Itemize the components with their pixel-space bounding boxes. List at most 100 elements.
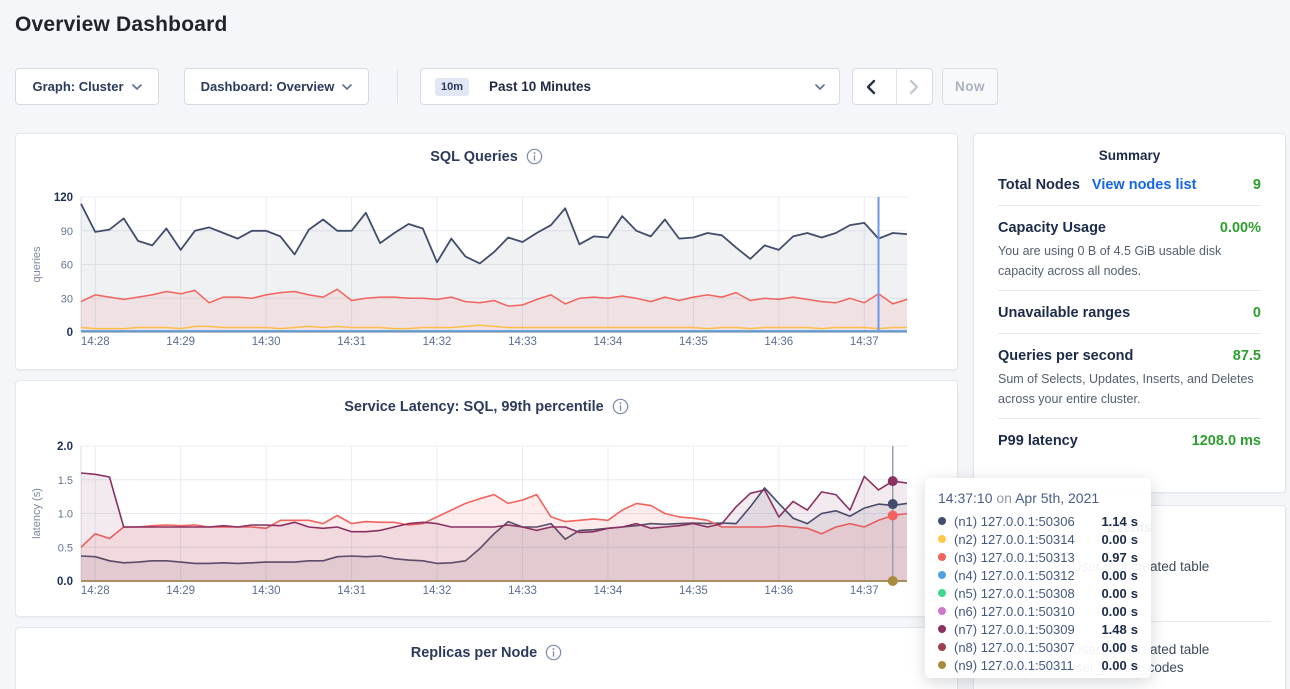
tooltip-node-row: (n4) 127.0.0.1:50312 0.00 s bbox=[938, 566, 1138, 584]
tooltip-node-row: (n7) 127.0.0.1:50309 1.48 s bbox=[938, 620, 1138, 638]
y-tick-label: 0.5 bbox=[58, 542, 73, 554]
now-button[interactable]: Now bbox=[942, 68, 998, 105]
node-address: (n2) 127.0.0.1:50314 bbox=[954, 532, 1075, 547]
qps-value: 87.5 bbox=[1233, 348, 1261, 364]
x-tick-label: 14:30 bbox=[252, 585, 281, 597]
chevron-left-icon bbox=[865, 79, 876, 95]
x-tick-label: 14:34 bbox=[594, 336, 623, 348]
node-latency-value: 0.00 bbox=[1101, 568, 1126, 583]
divider bbox=[998, 333, 1261, 334]
x-tick-label: 14:35 bbox=[679, 336, 708, 348]
p99-value: 1208.0 ms bbox=[1192, 433, 1261, 449]
dashboard-dropdown-label: Dashboard: Overview bbox=[201, 79, 335, 94]
capacity-label: Capacity Usage bbox=[998, 220, 1106, 236]
node-latency-value: 1.48 bbox=[1101, 622, 1126, 637]
node-address: (n9) 127.0.0.1:50311 bbox=[954, 658, 1074, 673]
divider bbox=[998, 205, 1261, 206]
x-tick-label: 14:29 bbox=[166, 336, 195, 348]
latency-unit: s bbox=[1131, 532, 1138, 547]
tooltip-node-row: (n9) 127.0.0.1:50311 0.00 s bbox=[938, 656, 1138, 674]
tooltip-node-row: (n6) 127.0.0.1:503100.00s bbox=[938, 602, 1138, 620]
replicas-panel: Replicas per Node bbox=[15, 627, 958, 689]
node-latency-value: 0.00 bbox=[1101, 658, 1126, 673]
p99-label: P99 latency bbox=[998, 433, 1078, 449]
tooltip-node-row: (n1) 127.0.0.1:50306 1.14 s bbox=[938, 512, 1138, 530]
total-nodes-label: Total Nodes bbox=[998, 177, 1080, 193]
hover-dot bbox=[888, 511, 898, 521]
x-tick-label: 14:36 bbox=[764, 336, 793, 348]
graph-dropdown[interactable]: Graph: Cluster bbox=[15, 68, 159, 105]
node-address: (n6) 127.0.0.1:50310 bbox=[954, 604, 1075, 619]
node-address: (n7) 127.0.0.1:50309 bbox=[954, 622, 1075, 637]
y-tick-label: 120 bbox=[54, 192, 73, 204]
latency-unit: s bbox=[1131, 658, 1138, 673]
x-tick-label: 14:37 bbox=[850, 585, 879, 597]
node-address: (n1) 127.0.0.1:50306 bbox=[954, 514, 1075, 529]
node-color-dot bbox=[938, 535, 946, 543]
y-tick-label: 2.0 bbox=[57, 441, 73, 453]
info-icon[interactable] bbox=[545, 644, 562, 661]
hover-dot bbox=[888, 576, 898, 586]
node-latency-value: 0.00 bbox=[1101, 640, 1126, 655]
time-step-buttons bbox=[852, 68, 933, 105]
node-color-dot bbox=[938, 553, 946, 561]
sql-queries-chart[interactable]: 14:2814:2914:3014:3114:3214:3314:3414:35… bbox=[16, 185, 957, 362]
tooltip-node-row: (n8) 127.0.0.1:503070.00s bbox=[938, 638, 1138, 656]
qps-row: Queries per second 87.5 bbox=[998, 348, 1261, 364]
node-color-dot bbox=[938, 625, 946, 633]
x-tick-label: 14:32 bbox=[423, 585, 452, 597]
x-tick-label: 14:33 bbox=[508, 336, 537, 348]
capacity-value: 0.00% bbox=[1220, 220, 1261, 236]
chevron-right-icon bbox=[909, 79, 920, 95]
latency-unit: s bbox=[1131, 550, 1138, 565]
y-tick-label: 1.0 bbox=[58, 509, 73, 521]
node-address: (n4) 127.0.0.1:50312 bbox=[954, 568, 1075, 583]
x-tick-label: 14:35 bbox=[679, 585, 708, 597]
graph-dropdown-label: Graph: Cluster bbox=[32, 79, 123, 94]
y-tick-label: 1.5 bbox=[58, 475, 73, 487]
capacity-row: Capacity Usage 0.00% bbox=[998, 220, 1261, 236]
latency-unit: s bbox=[1131, 586, 1138, 601]
node-color-dot bbox=[938, 607, 946, 615]
latency-unit: s bbox=[1131, 622, 1138, 637]
latency-unit: s bbox=[1131, 514, 1138, 529]
qps-desc: Sum of Selects, Updates, Inserts, and De… bbox=[998, 369, 1261, 409]
info-icon[interactable] bbox=[612, 398, 629, 415]
x-tick-label: 14:37 bbox=[850, 336, 879, 348]
next-time-button[interactable] bbox=[896, 69, 932, 104]
x-tick-label: 14:28 bbox=[81, 585, 110, 597]
dashboard-dropdown[interactable]: Dashboard: Overview bbox=[184, 68, 369, 105]
time-range-dropdown[interactable]: 10m Past 10 Minutes bbox=[420, 68, 840, 105]
tooltip-node-row: (n2) 127.0.0.1:503140.00s bbox=[938, 530, 1138, 548]
prev-time-button[interactable] bbox=[853, 69, 888, 104]
y-axis-caption: queries bbox=[31, 246, 43, 283]
node-latency-value: 1.14 bbox=[1101, 514, 1126, 529]
sql-queries-title: SQL Queries bbox=[430, 149, 518, 165]
x-tick-label: 14:31 bbox=[337, 336, 366, 348]
tooltip-timestamp: 14:37:10 on Apr 5th, 2021 bbox=[938, 488, 1138, 508]
node-latency-value: 0.97 bbox=[1101, 550, 1126, 565]
unavailable-label: Unavailable ranges bbox=[998, 305, 1130, 321]
y-tick-label: 0 bbox=[67, 327, 73, 339]
chevron-down-icon bbox=[342, 84, 352, 90]
service-latency-plot: 14:2814:2914:3014:3114:3214:3314:3414:35… bbox=[16, 435, 957, 607]
tooltip-node-row: (n3) 127.0.0.1:50313 0.97 s bbox=[938, 548, 1138, 566]
time-range-label: Past 10 Minutes bbox=[489, 79, 807, 94]
service-latency-title: Service Latency: SQL, 99th percentile bbox=[344, 399, 604, 415]
info-icon[interactable] bbox=[526, 148, 543, 165]
latency-unit: s bbox=[1131, 568, 1138, 583]
node-color-dot bbox=[938, 643, 946, 651]
hover-dot bbox=[888, 499, 898, 509]
capacity-desc: You are using 0 B of 4.5 GiB usable disk… bbox=[998, 241, 1261, 281]
unavailable-row: Unavailable ranges 0 bbox=[998, 305, 1261, 321]
x-tick-label: 14:28 bbox=[81, 336, 110, 348]
y-axis-caption: latency (s) bbox=[31, 488, 43, 539]
service-latency-chart[interactable]: 14:2814:2914:3014:3114:3214:3314:3414:35… bbox=[16, 435, 957, 612]
node-address: (n3) 127.0.0.1:50313 bbox=[954, 550, 1075, 565]
chevron-down-icon bbox=[132, 84, 142, 90]
summary-panel: Summary Total Nodes View nodes list 9 Ca… bbox=[973, 133, 1286, 493]
view-nodes-list-link[interactable]: View nodes list bbox=[1092, 177, 1197, 193]
x-tick-label: 14:30 bbox=[252, 336, 281, 348]
node-color-dot bbox=[938, 661, 946, 669]
x-tick-label: 14:36 bbox=[764, 585, 793, 597]
